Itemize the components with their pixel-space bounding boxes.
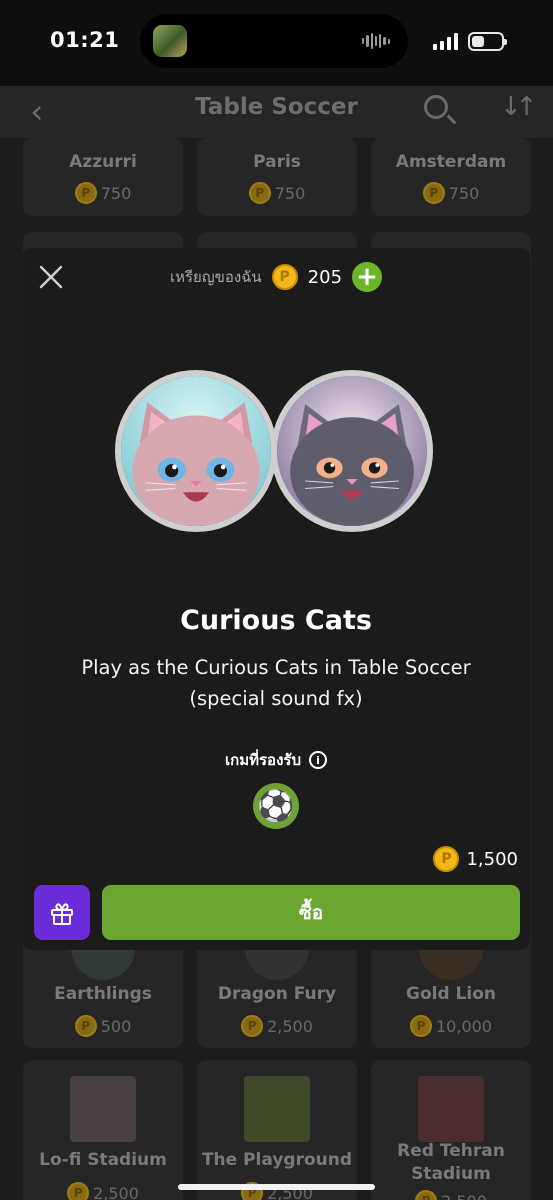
pink-cat-avatar: [115, 370, 277, 532]
item-title: Curious Cats: [180, 605, 372, 636]
stadium-thumbnail: [418, 1076, 484, 1142]
card-price: P2,500: [23, 1182, 183, 1200]
audio-wave-icon: [362, 32, 390, 50]
grey-cat-avatar: [271, 370, 433, 532]
store-card[interactable]: Paris P 750: [197, 138, 357, 216]
item-description: Play as the Curious Cats in Table Soccer…: [81, 656, 471, 710]
card-name: Azzurri: [69, 152, 137, 172]
card-price: P 500: [23, 1015, 183, 1037]
search-icon[interactable]: [424, 95, 448, 119]
coin-icon: P: [74, 1015, 97, 1037]
stadium-thumbnail: [70, 1076, 136, 1142]
store-card[interactable]: The Playground P 2,500: [197, 1060, 357, 1200]
card-name: Lo-fi Stadium: [39, 1150, 167, 1170]
now-playing-thumbnail: [153, 25, 187, 57]
coin-icon: P: [248, 182, 271, 204]
store-card[interactable]: Azzurri P 750: [23, 138, 183, 216]
supported-games-label: เกมที่รองรับ: [225, 751, 301, 769]
card-name: Paris: [253, 152, 301, 172]
card-price: P2,500: [371, 1190, 531, 1200]
coin-icon: P: [415, 1190, 438, 1200]
card-name: Earthlings: [54, 984, 152, 1004]
item-price: 1,500: [466, 848, 518, 870]
gift-button[interactable]: [34, 885, 90, 940]
battery-icon: [468, 32, 507, 51]
card-price: P2,500: [197, 1015, 357, 1037]
coin-icon: P: [422, 182, 445, 204]
nav-bar: ‹ Table Soccer ↓↑: [0, 86, 553, 138]
soccer-ball-icon: ⚽: [253, 783, 299, 829]
stadium-thumbnail: [244, 1076, 310, 1142]
card-price: P 10,000: [371, 1015, 531, 1037]
coin-icon: P: [433, 846, 460, 872]
sort-icon[interactable]: ↓↑: [500, 92, 537, 122]
page-title: Table Soccer: [195, 94, 358, 120]
card-name: Dragon Fury: [217, 984, 337, 1004]
item-purchase-modal: เหรียญของฉัน P 205 + Curious Cats Play a…: [22, 248, 530, 950]
store-card[interactable]: Red Tehran Stadium P2,500: [371, 1060, 531, 1200]
card-name: The Playground: [201, 1150, 353, 1170]
coin-icon: P: [271, 264, 298, 290]
status-bar: 01:21: [0, 0, 553, 86]
card-price: P 750: [23, 182, 183, 204]
coin-icon: P: [67, 1182, 90, 1200]
buy-button[interactable]: ซื้อ: [102, 885, 520, 940]
my-coins-label: เหรียญของฉัน: [169, 268, 262, 286]
card-name: Gold Lion: [406, 984, 496, 1004]
coin-icon: P: [410, 1015, 432, 1037]
store-card[interactable]: Amsterdam P 750: [371, 138, 531, 216]
add-coins-icon[interactable]: +: [352, 262, 383, 292]
card-name: Red Tehran Stadium: [397, 1141, 505, 1184]
card-name: Amsterdam: [395, 152, 507, 172]
dynamic-island[interactable]: [140, 14, 408, 68]
my-coins-value: 205: [307, 266, 343, 288]
status-time: 01:21: [50, 28, 120, 52]
supported-games-row: เกมที่รองรับ i: [22, 748, 530, 772]
info-icon[interactable]: i: [308, 751, 327, 769]
card-price: P 750: [197, 182, 357, 204]
home-indicator: [178, 1184, 375, 1190]
store-card[interactable]: Lo-fi Stadium P 2,500: [23, 1060, 183, 1200]
my-coins-row: เหรียญของฉัน P 205 +: [22, 262, 530, 292]
gift-icon: [51, 902, 73, 925]
card-price: P 750: [371, 182, 531, 204]
signal-icon: [433, 32, 461, 50]
coin-icon: P: [74, 182, 97, 204]
item-price-row: P 1,500: [433, 846, 518, 872]
coin-icon: P: [241, 1015, 264, 1037]
